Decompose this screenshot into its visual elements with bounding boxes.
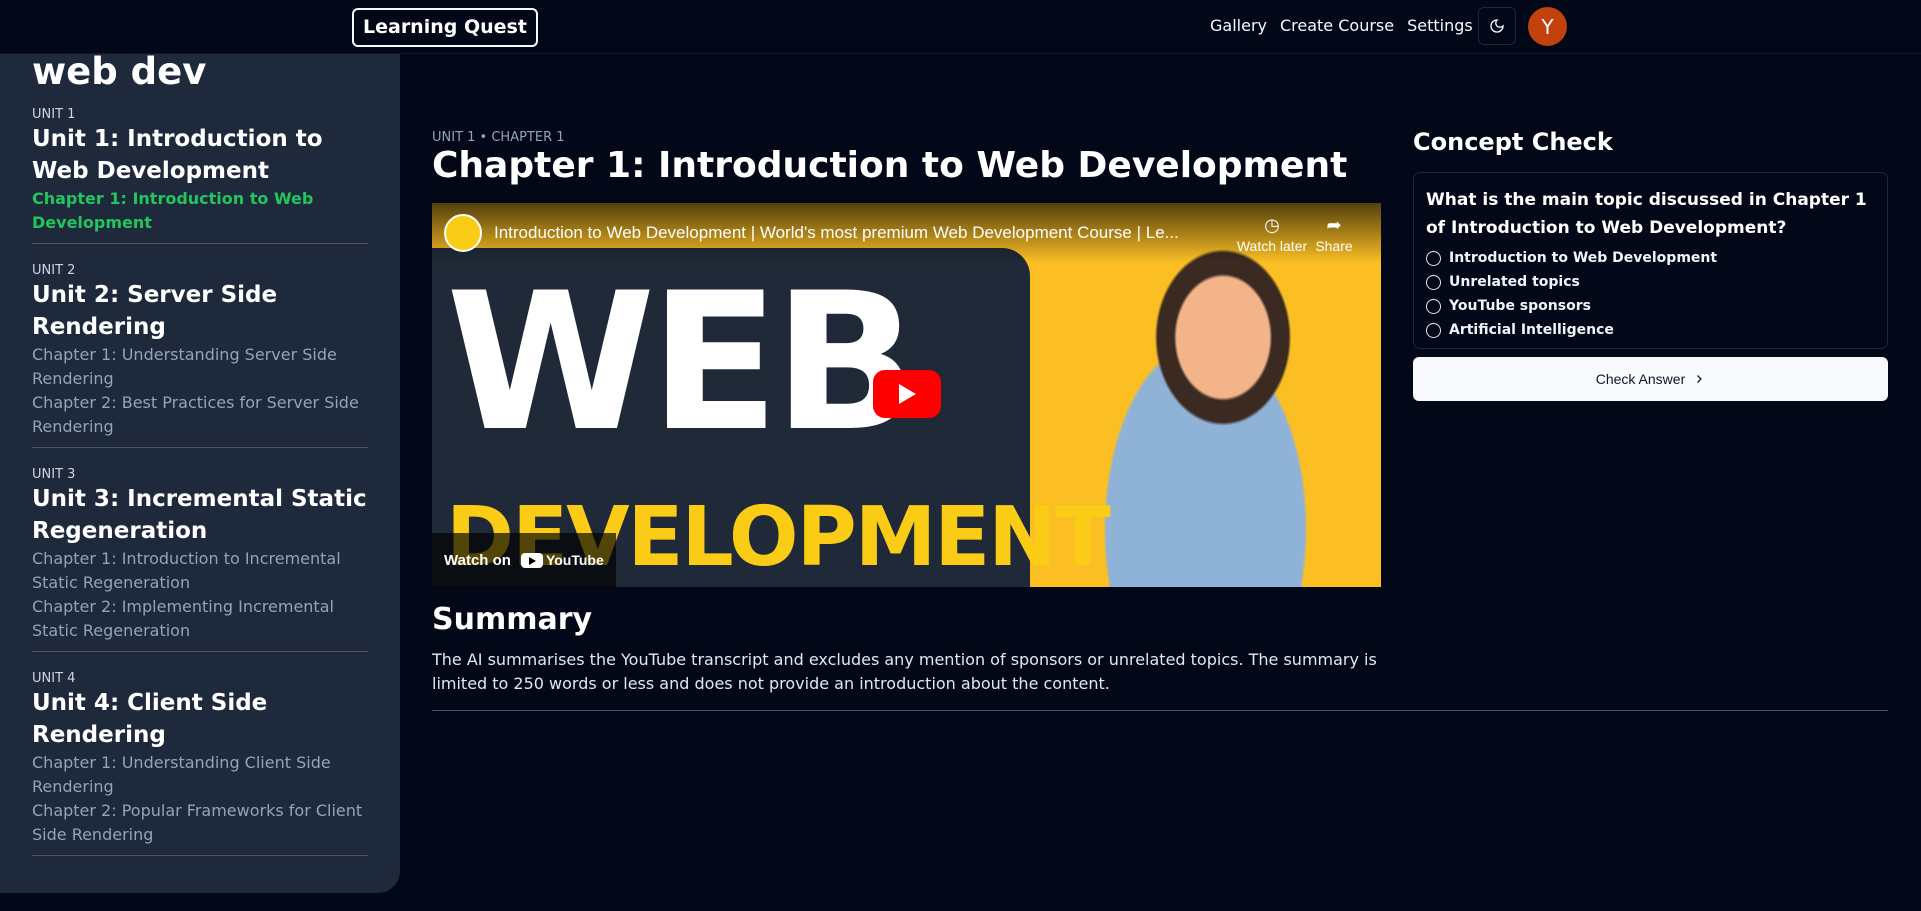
video-title-link[interactable]: Introduction to Web Development | World'…: [494, 223, 1224, 243]
unit-section: UNIT 3 Unit 3: Incremental Static Regene…: [32, 466, 368, 652]
quiz-option-label: Artificial Intelligence: [1449, 322, 1614, 338]
quiz-option[interactable]: Introduction to Web Development: [1426, 246, 1875, 270]
breadcrumb: UNIT 1 • CHAPTER 1: [432, 130, 565, 145]
moon-icon: [1490, 19, 1504, 33]
watch-on-youtube-link[interactable]: Watch on YouTube: [432, 533, 616, 587]
radio-button[interactable]: [1426, 274, 1441, 290]
unit-section: UNIT 4 Unit 4: Client Side Rendering Cha…: [32, 670, 368, 856]
chapter-link[interactable]: Chapter 2: Popular Frameworks for Client…: [32, 799, 368, 847]
chevron-right-icon: [1697, 375, 1703, 383]
unit-title: Unit 2: Server Side Rendering: [32, 282, 278, 340]
youtube-label: YouTube: [545, 552, 604, 568]
quiz-option-label: YouTube sponsors: [1449, 298, 1591, 314]
unit-section: UNIT 2 Unit 2: Server Side Rendering Cha…: [32, 262, 368, 448]
summary-heading: Summary: [432, 602, 593, 637]
radio-button[interactable]: [1426, 250, 1441, 266]
user-avatar[interactable]: Y: [1528, 7, 1567, 46]
course-title: web dev: [32, 50, 207, 93]
unit-title: Unit 1: Introduction to Web Development: [32, 126, 323, 184]
top-nav: Learning Quest Gallery Create Course Set…: [0, 0, 1921, 54]
theme-toggle-button[interactable]: [1478, 7, 1516, 45]
unit-tag: UNIT 1: [32, 107, 76, 122]
quiz-option-label: Unrelated topics: [1449, 274, 1580, 290]
unit-section: UNIT 1 Unit 1: Introduction to Web Devel…: [32, 106, 368, 244]
nav-settings-link[interactable]: Settings: [1407, 16, 1473, 35]
channel-avatar[interactable]: [444, 214, 482, 252]
play-button[interactable]: [873, 370, 941, 418]
chapter-link[interactable]: Chapter 1: Understanding Server Side Ren…: [32, 343, 368, 391]
share-label: Share: [1315, 238, 1353, 254]
chapter-link[interactable]: Chapter 1: Understanding Client Side Ren…: [32, 751, 368, 799]
check-answer-label: Check Answer: [1595, 371, 1686, 387]
nav-links: Gallery Create Course Settings: [1210, 16, 1473, 35]
chapter-link-active[interactable]: Chapter 1: Introduction to Web Developme…: [32, 187, 368, 235]
quiz-option[interactable]: Artificial Intelligence: [1426, 318, 1875, 342]
quiz-card: What is the main topic discussed in Chap…: [1413, 172, 1888, 349]
share-icon: ➦: [1326, 215, 1342, 235]
nav-create-course-link[interactable]: Create Course: [1280, 16, 1394, 35]
chapter-link[interactable]: Chapter 1: Introduction to Incremental S…: [32, 547, 368, 595]
unit-title: Unit 4: Client Side Rendering: [32, 690, 268, 748]
youtube-icon: [520, 552, 543, 568]
youtube-logo: YouTube: [520, 552, 604, 568]
concept-check-title: Concept Check: [1413, 128, 1613, 156]
content-divider: [432, 710, 1888, 711]
course-sidebar: web dev UNIT 1 Unit 1: Introduction to W…: [0, 50, 400, 893]
unit-tag: UNIT 3: [32, 467, 76, 482]
video-thumbnail-text: WEB: [446, 252, 918, 473]
share-button[interactable]: ➦ Share: [1294, 215, 1374, 254]
chapter-link[interactable]: Chapter 2: Best Practices for Server Sid…: [32, 391, 368, 439]
unit-title: Unit 3: Incremental Static Regeneration: [32, 486, 367, 544]
quiz-option[interactable]: Unrelated topics: [1426, 270, 1875, 294]
check-answer-button[interactable]: Check Answer: [1413, 357, 1888, 401]
radio-button[interactable]: [1426, 322, 1441, 338]
watch-on-label: Watch on: [444, 551, 511, 569]
radio-button[interactable]: [1426, 298, 1441, 314]
summary-text: The AI summarises the YouTube transcript…: [432, 650, 1377, 693]
video-player[interactable]: WEB DEVELOPMENT Introduction to Web Deve…: [432, 203, 1381, 587]
chapter-link[interactable]: Chapter 2: Implementing Incremental Stat…: [32, 595, 368, 643]
quiz-option[interactable]: YouTube sponsors: [1426, 294, 1875, 318]
logo-link[interactable]: Learning Quest: [352, 8, 538, 47]
page-title: Chapter 1: Introduction to Web Developme…: [432, 145, 1348, 186]
play-icon: [899, 384, 916, 404]
nav-gallery-link[interactable]: Gallery: [1210, 16, 1267, 35]
quiz-question: What is the main topic discussed in Chap…: [1426, 190, 1867, 238]
unit-tag: UNIT 2: [32, 263, 76, 278]
quiz-option-label: Introduction to Web Development: [1449, 250, 1718, 266]
unit-tag: UNIT 4: [32, 671, 76, 686]
